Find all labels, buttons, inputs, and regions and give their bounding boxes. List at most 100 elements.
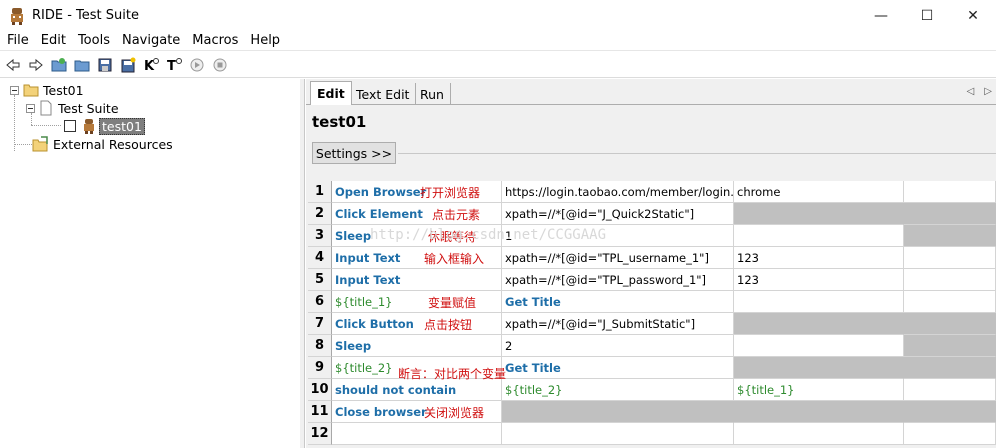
grid-cell-c4[interactable] <box>904 313 996 335</box>
grid-cell-c2[interactable]: xpath=//*[@id="J_SubmitStatic"] <box>502 313 734 335</box>
grid-cell-c2[interactable]: xpath=//*[@id="TPL_username_1"] <box>502 247 734 269</box>
annotation-note: 输入框输入 <box>424 252 485 266</box>
editor-tabs: Edit Text Edit Run ◁ ▷ <box>306 79 996 106</box>
minimize-button[interactable]: — <box>858 0 904 31</box>
tree-item-external-resources[interactable]: External Resources <box>32 135 173 153</box>
grid-cell-c3[interactable] <box>734 225 904 247</box>
grid-cell-c2[interactable]: xpath=//*[@id="TPL_password_1"] <box>502 269 734 291</box>
save-icon[interactable] <box>94 54 116 76</box>
grid-cell-c4[interactable] <box>904 379 996 401</box>
annotation-note: 点击按钮 <box>424 318 473 332</box>
grid-cell-c4[interactable] <box>904 247 996 269</box>
grid-cell-c2[interactable]: 2 <box>502 335 734 357</box>
tree-label: Test01 <box>43 82 84 98</box>
collapse-icon[interactable] <box>10 85 19 95</box>
search-tests-icon[interactable]: T <box>163 54 185 76</box>
grid-cell-c3[interactable] <box>734 401 904 423</box>
row-number: 12 <box>308 423 332 445</box>
open-dir-icon[interactable] <box>71 54 93 76</box>
search-keywords-icon[interactable]: K <box>140 54 162 76</box>
grid-cell-c1[interactable]: Input Text <box>332 269 502 291</box>
row-number: 4 <box>308 247 332 269</box>
folder-icon <box>23 84 39 97</box>
grid-cell-c4[interactable] <box>904 357 996 379</box>
grid-cell-c4[interactable] <box>904 225 996 247</box>
run-icon[interactable] <box>186 54 208 76</box>
grid-cell-c1[interactable]: should not contain <box>332 379 502 401</box>
grid-cell-c2[interactable]: Get Title <box>502 357 734 379</box>
stop-icon[interactable] <box>209 54 231 76</box>
maximize-button[interactable]: ☐ <box>904 0 950 31</box>
menu-tools[interactable]: Tools <box>78 33 110 48</box>
close-button[interactable]: ✕ <box>950 0 996 31</box>
row-number: 2 <box>308 203 332 225</box>
pane-splitter[interactable] <box>300 79 305 448</box>
row-number: 7 <box>308 313 332 335</box>
grid-cell-c3[interactable] <box>734 335 904 357</box>
grid-cell-c3[interactable] <box>734 357 904 379</box>
menu-bar: File Edit Tools Navigate Macros Help <box>0 31 996 51</box>
annotation-note: 休眠等待 <box>428 230 477 244</box>
grid-cell-c1[interactable]: Sleep <box>332 335 502 357</box>
grid-cell-c3[interactable] <box>734 423 904 445</box>
tab-edit[interactable]: Edit <box>310 81 352 106</box>
save-all-icon[interactable] <box>117 54 139 76</box>
project-tree: Test01 Test Suite test01 External Resour… <box>0 79 300 448</box>
collapse-icon[interactable] <box>26 103 35 113</box>
tree-item-test-suite[interactable]: Test Suite <box>26 99 119 117</box>
grid-cell-c4[interactable] <box>904 335 996 357</box>
grid-cell-c2[interactable]: xpath=//*[@id="J_Quick2Static"] <box>502 203 734 225</box>
tab-run[interactable]: Run <box>414 83 451 105</box>
menu-edit[interactable]: Edit <box>41 33 66 48</box>
tree-item-test01-case[interactable]: test01 <box>64 117 145 135</box>
menu-navigate[interactable]: Navigate <box>122 33 180 48</box>
grid-cell-c3[interactable]: chrome <box>734 181 904 203</box>
grid-cell-c4[interactable] <box>904 181 996 203</box>
grid-cell-c3[interactable]: ${title_1} <box>734 379 904 401</box>
annotation-note: 点击元素 <box>432 208 481 222</box>
menu-macros[interactable]: Macros <box>192 33 238 48</box>
tree-label-selected: test01 <box>99 117 145 135</box>
grid-cell-c4[interactable] <box>904 291 996 313</box>
grid-cell-c2[interactable]: 1 <box>502 225 734 247</box>
robot-app-icon <box>8 7 26 25</box>
grid-cell-c3[interactable] <box>734 203 904 225</box>
grid-cell-c2[interactable] <box>502 401 734 423</box>
tree-label: Test Suite <box>58 100 119 116</box>
editor-pane: Edit Text Edit Run ◁ ▷ test01 Settings >… <box>306 79 996 448</box>
grid-cell-c1[interactable]: Click Button <box>332 313 502 335</box>
grid-cell-c1[interactable] <box>332 423 502 445</box>
grid-cell-c4[interactable] <box>904 423 996 445</box>
tab-scroll-right-icon[interactable]: ▷ <box>984 86 992 97</box>
tab-text-edit[interactable]: Text Edit <box>350 83 417 105</box>
open-suite-icon[interactable] <box>48 54 70 76</box>
tab-scroll-left-icon[interactable]: ◁ <box>967 86 975 97</box>
grid-cell-c3[interactable]: 123 <box>734 247 904 269</box>
window-title: RIDE - Test Suite <box>32 8 139 23</box>
grid-cell-c3[interactable]: 123 <box>734 269 904 291</box>
settings-button[interactable]: Settings >> <box>312 142 396 164</box>
row-number: 11 <box>308 401 332 423</box>
menu-help[interactable]: Help <box>250 33 280 48</box>
tree-item-test01[interactable]: Test01 <box>10 81 84 99</box>
row-number: 8 <box>308 335 332 357</box>
grid-cell-c2[interactable]: Get Title <box>502 291 734 313</box>
test-checkbox[interactable] <box>64 120 76 132</box>
grid-cell-c4[interactable] <box>904 269 996 291</box>
grid-cell-c2[interactable]: https://login.taobao.com/member/login.jh… <box>502 181 734 203</box>
test-title: test01 <box>312 113 367 131</box>
grid-cell-c3[interactable] <box>734 291 904 313</box>
back-icon[interactable] <box>2 54 24 76</box>
grid-cell-c2[interactable] <box>502 423 734 445</box>
grid-cell-c4[interactable] <box>904 203 996 225</box>
grid-cell-c2[interactable]: ${title_2} <box>502 379 734 401</box>
grid-cell-c1[interactable]: ${title_1} <box>332 291 502 313</box>
grid-cell-c1[interactable]: Sleep <box>332 225 502 247</box>
row-number: 3 <box>308 225 332 247</box>
grid-cell-c4[interactable] <box>904 401 996 423</box>
forward-icon[interactable] <box>25 54 47 76</box>
row-number: 9 <box>308 357 332 379</box>
menu-file[interactable]: File <box>7 33 29 48</box>
grid-cell-c3[interactable] <box>734 313 904 335</box>
settings-divider <box>398 153 996 154</box>
